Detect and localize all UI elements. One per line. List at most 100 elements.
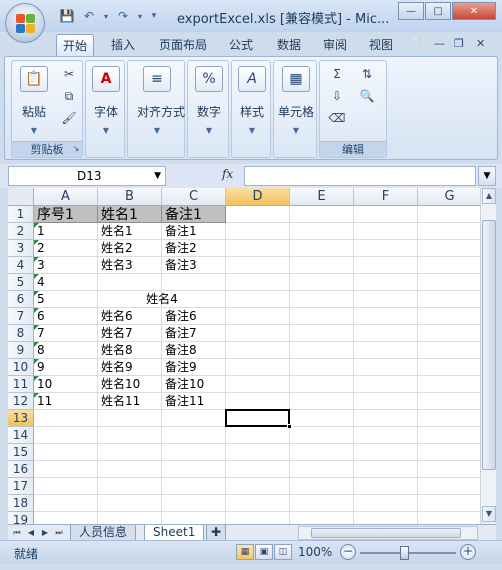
table-cell[interactable]: 备注1 xyxy=(162,223,226,240)
help-icon[interactable]: ❔ xyxy=(410,37,424,50)
row-header[interactable]: 1 xyxy=(8,206,34,223)
table-cell[interactable]: 4 xyxy=(34,274,98,291)
sheet-tab-sheet1[interactable]: Sheet1 xyxy=(144,525,205,541)
tab-insert[interactable]: 插入 xyxy=(104,34,142,56)
number-button[interactable]: % 数字 ▼ xyxy=(189,66,229,135)
page-break-view-icon[interactable]: ◫ xyxy=(274,544,292,560)
save-icon[interactable]: 💾 xyxy=(58,7,76,25)
next-sheet-icon[interactable]: ▶ xyxy=(38,526,52,540)
insert-function-icon[interactable]: fx xyxy=(222,167,233,181)
table-cell[interactable]: 备注2 xyxy=(162,240,226,257)
ribbon-close-icon[interactable]: ✕ xyxy=(476,37,485,50)
alignment-button[interactable]: ≡ 对齐方式 ▼ xyxy=(137,66,185,135)
column-header[interactable]: F xyxy=(354,188,418,206)
minimize-button[interactable]: — xyxy=(398,2,424,20)
scroll-down-icon[interactable]: ▼ xyxy=(482,506,496,522)
table-cell[interactable]: 备注6 xyxy=(162,308,226,325)
sort-filter-icon[interactable]: ⇅ xyxy=(356,65,378,83)
tab-page-layout[interactable]: 页面布局 xyxy=(152,34,214,56)
row-header[interactable]: 11 xyxy=(8,376,34,393)
table-cell[interactable]: 9 xyxy=(34,359,98,376)
tab-data[interactable]: 数据 xyxy=(270,34,308,56)
row-header[interactable]: 12 xyxy=(8,393,34,410)
redo-icon[interactable]: ↷ xyxy=(114,7,132,25)
fill-handle[interactable] xyxy=(287,424,292,429)
table-cell[interactable]: 姓名2 xyxy=(98,240,162,257)
table-cell[interactable]: 2 xyxy=(34,240,98,257)
copy-icon[interactable]: ⧉ xyxy=(58,87,80,105)
dialog-launcher-icon[interactable]: ↘ xyxy=(70,141,82,155)
select-all-corner[interactable] xyxy=(8,188,34,206)
table-cell[interactable]: 1 xyxy=(34,223,98,240)
row-header[interactable]: 14 xyxy=(8,427,34,444)
zoom-level[interactable]: 100% xyxy=(298,545,332,559)
table-cell[interactable]: 姓名10 xyxy=(98,376,162,393)
vertical-scrollbar[interactable]: ▲ ▼ xyxy=(480,188,496,524)
horizontal-scrollbar[interactable] xyxy=(298,526,478,540)
first-sheet-icon[interactable]: ⏮ xyxy=(10,526,24,540)
table-cell[interactable]: 姓名7 xyxy=(98,325,162,342)
header-cell[interactable]: 序号1 xyxy=(34,206,98,223)
table-cell[interactable]: 7 xyxy=(34,325,98,342)
row-header[interactable]: 7 xyxy=(8,308,34,325)
table-cell[interactable]: 备注10 xyxy=(162,376,226,393)
cells-button[interactable]: ▦ 单元格 ▼ xyxy=(276,66,316,135)
zoom-in-icon[interactable]: + xyxy=(460,544,476,560)
table-cell[interactable]: 3 xyxy=(34,257,98,274)
fill-icon[interactable]: ⇩ xyxy=(326,87,348,105)
column-header[interactable]: D xyxy=(226,188,290,206)
row-header[interactable]: 2 xyxy=(8,223,34,240)
tab-formulas[interactable]: 公式 xyxy=(222,34,260,56)
clear-icon[interactable]: ⌫ xyxy=(326,109,348,127)
ribbon-restore-icon[interactable]: ❐ xyxy=(454,37,464,50)
styles-button[interactable]: A 样式 ▼ xyxy=(232,66,272,135)
prev-sheet-icon[interactable]: ◀ xyxy=(24,526,38,540)
row-header[interactable]: 8 xyxy=(8,325,34,342)
header-cell[interactable]: 姓名1 xyxy=(98,206,162,223)
undo-dropdown-icon[interactable]: ▾ xyxy=(102,7,110,25)
tab-view[interactable]: 视图 xyxy=(362,34,400,56)
table-cell[interactable]: 备注3 xyxy=(162,257,226,274)
ribbon-minimize-icon[interactable]: — xyxy=(434,37,445,50)
redo-dropdown-icon[interactable]: ▾ xyxy=(136,7,144,25)
tab-review[interactable]: 审阅 xyxy=(316,34,354,56)
autosum-icon[interactable]: Σ xyxy=(326,65,348,83)
row-header[interactable]: 15 xyxy=(8,444,34,461)
normal-view-icon[interactable]: ▦ xyxy=(236,544,254,560)
customize-toolbar-icon[interactable]: ▾ xyxy=(148,7,160,25)
table-cell[interactable]: 备注11 xyxy=(162,393,226,410)
column-header[interactable]: G xyxy=(418,188,480,206)
sheet-tab-people[interactable]: 人员信息 xyxy=(70,525,137,541)
tab-home[interactable]: 开始 xyxy=(56,34,94,56)
row-header[interactable]: 13 xyxy=(8,410,34,427)
table-cell[interactable]: 姓名1 xyxy=(98,223,162,240)
undo-icon[interactable]: ↶ xyxy=(80,7,98,25)
row-header[interactable]: 4 xyxy=(8,257,34,274)
font-button[interactable]: A 字体 ▼ xyxy=(86,66,126,135)
format-painter-icon[interactable]: 🖌 xyxy=(58,109,80,127)
table-cell[interactable]: 备注8 xyxy=(162,342,226,359)
last-sheet-icon[interactable]: ⏭ xyxy=(52,526,66,540)
name-box[interactable]: D13 ▼ xyxy=(8,166,166,186)
table-cell[interactable]: 11 xyxy=(34,393,98,410)
column-header[interactable]: B xyxy=(98,188,162,206)
maximize-button[interactable]: □ xyxy=(425,2,451,20)
page-layout-view-icon[interactable]: ▣ xyxy=(255,544,273,560)
row-header[interactable]: 9 xyxy=(8,342,34,359)
insert-sheet-icon[interactable]: ✚ xyxy=(206,525,227,541)
row-header[interactable]: 17 xyxy=(8,478,34,495)
row-header[interactable]: 18 xyxy=(8,495,34,512)
office-button[interactable] xyxy=(5,3,45,43)
find-select-icon[interactable]: 🔍 xyxy=(356,87,378,105)
paste-button[interactable]: 📋 粘贴 ▼ xyxy=(14,66,54,135)
table-cell[interactable]: 姓名3 xyxy=(98,257,162,274)
row-header[interactable]: 5 xyxy=(8,274,34,291)
close-button[interactable]: ✕ xyxy=(452,2,496,20)
row-header[interactable]: 19 xyxy=(8,512,34,524)
table-cell[interactable]: 姓名6 xyxy=(98,308,162,325)
column-header[interactable]: A xyxy=(34,188,98,206)
formula-input[interactable] xyxy=(244,166,476,186)
header-cell[interactable]: 备注1 xyxy=(162,206,226,223)
zoom-out-icon[interactable]: − xyxy=(340,544,356,560)
table-cell[interactable]: 8 xyxy=(34,342,98,359)
